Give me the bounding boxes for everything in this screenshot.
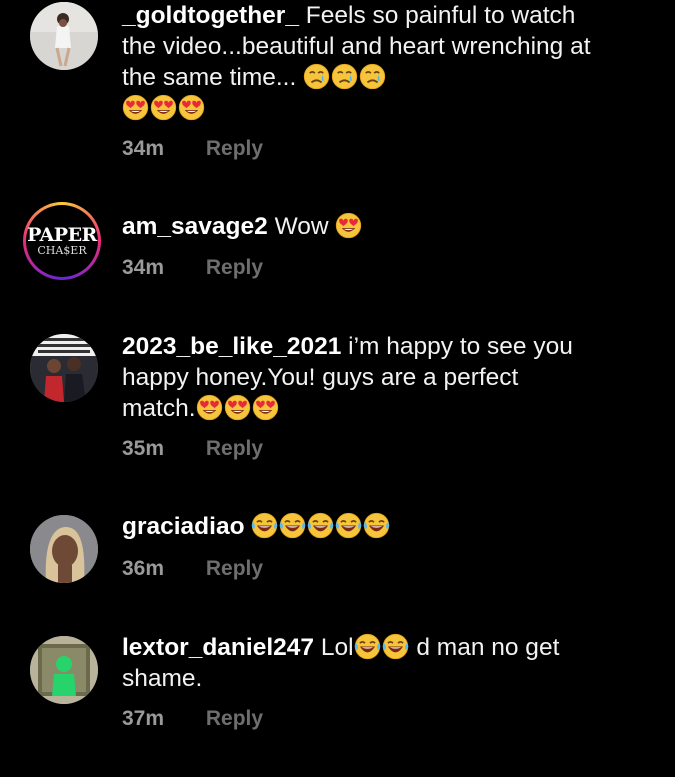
comment-text: Lol bbox=[320, 634, 354, 661]
laughing-tears-icon bbox=[251, 512, 278, 539]
avatar[interactable]: PAPER CHA$ER bbox=[23, 202, 101, 280]
laughing-tears-icon bbox=[307, 512, 334, 539]
username[interactable]: _goldtogether_ bbox=[122, 2, 299, 29]
heart-eyes-icon bbox=[178, 94, 205, 121]
comment-meta: 34m Reply bbox=[122, 256, 263, 280]
timestamp: 35m bbox=[122, 437, 165, 460]
avatar-logo-text: PAPER bbox=[27, 223, 97, 246]
username[interactable]: 2023_be_like_2021 bbox=[122, 333, 341, 360]
avatar-logo-subtext: CHA$ER bbox=[37, 243, 87, 257]
username[interactable]: am_savage2 bbox=[122, 213, 268, 240]
timestamp: 34m bbox=[122, 256, 165, 279]
reply-button[interactable]: Reply bbox=[206, 437, 263, 460]
crying-face-icon bbox=[331, 63, 358, 90]
heart-eyes-icon bbox=[150, 94, 177, 121]
heart-eyes-icon bbox=[196, 394, 223, 421]
crying-face-icon bbox=[359, 63, 386, 90]
timestamp: 37m bbox=[122, 707, 165, 730]
reply-button[interactable]: Reply bbox=[206, 256, 263, 279]
timestamp: 36m bbox=[122, 557, 165, 580]
comment-body: _goldtogether_ Feels so painful to watch… bbox=[122, 0, 592, 124]
comment-body: graciadiao bbox=[122, 511, 592, 542]
crying-face-icon bbox=[303, 63, 330, 90]
heart-eyes-icon bbox=[335, 212, 362, 239]
avatar[interactable] bbox=[30, 515, 98, 583]
laughing-tears-icon bbox=[279, 512, 306, 539]
username[interactable]: graciadiao bbox=[122, 513, 245, 540]
timestamp: 34m bbox=[122, 137, 165, 160]
avatar[interactable] bbox=[30, 636, 98, 704]
username[interactable]: lextor_daniel247 bbox=[122, 634, 314, 661]
heart-eyes-icon bbox=[122, 94, 149, 121]
heart-eyes-icon bbox=[224, 394, 251, 421]
comment-meta: 35m Reply bbox=[122, 437, 263, 461]
avatar[interactable] bbox=[30, 334, 98, 402]
reply-button[interactable]: Reply bbox=[206, 137, 263, 160]
avatar[interactable] bbox=[30, 2, 98, 70]
comment-meta: 36m Reply bbox=[122, 557, 263, 581]
reply-button[interactable]: Reply bbox=[206, 707, 263, 730]
laughing-tears-icon bbox=[363, 512, 390, 539]
heart-eyes-icon bbox=[252, 394, 279, 421]
comment-text: Wow bbox=[274, 213, 329, 240]
comment-body: lextor_daniel247 Lol d man no get shame. bbox=[122, 632, 592, 694]
laughing-tears-icon bbox=[382, 633, 409, 660]
comment-meta: 34m Reply bbox=[122, 137, 263, 161]
comment-body: am_savage2 Wow bbox=[122, 211, 592, 242]
comment-body: 2023_be_like_2021 i’m happy to see you h… bbox=[122, 331, 592, 424]
laughing-tears-icon bbox=[335, 512, 362, 539]
laughing-tears-icon bbox=[354, 633, 381, 660]
reply-button[interactable]: Reply bbox=[206, 557, 263, 580]
comment-meta: 37m Reply bbox=[122, 707, 263, 731]
